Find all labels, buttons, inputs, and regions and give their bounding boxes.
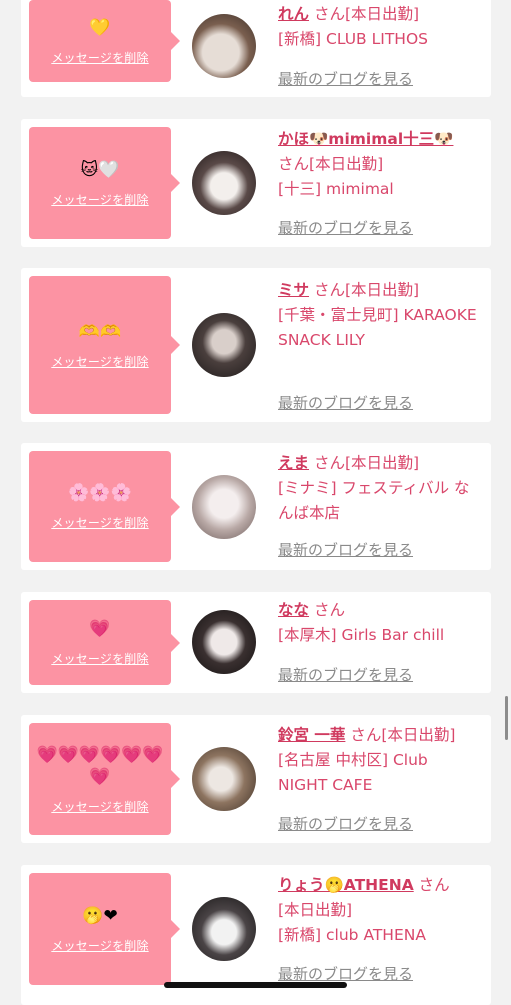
latest-blog-link[interactable]: 最新のブログを見る [278, 963, 413, 984]
latest-blog-link[interactable]: 最新のブログを見る [278, 539, 413, 560]
honorific: さん [418, 876, 450, 894]
cast-name-link[interactable]: なな [278, 601, 309, 619]
work-status: [本日出勤] [381, 726, 456, 744]
shop-info: [十三] mimimal [278, 180, 394, 198]
message-emoji: 🫢❤ [82, 905, 118, 926]
avatar[interactable] [192, 610, 256, 674]
avatar[interactable] [192, 151, 256, 215]
message-emoji: 💛 [89, 17, 111, 38]
message-bubble: 🌸🌸🌸 メッセージを削除 [29, 451, 180, 562]
cast-name-link[interactable]: りょう🫢ATHENA [278, 876, 414, 894]
cast-name-link[interactable]: れん [278, 5, 309, 23]
cast-info: かほ🐶mimimal十三🐶 さん[本日出勤] [十三] mimimal [278, 127, 481, 202]
shop-info: [新橋] club ATHENA [278, 926, 426, 944]
latest-blog-link[interactable]: 最新のブログを見る [278, 217, 413, 238]
cast-name-link[interactable]: 鈴宮 一華 [278, 726, 345, 744]
shop-info: [新橋] CLUB LITHOS [278, 30, 428, 48]
honorific: さん [313, 601, 345, 619]
shop-info: [名古屋 中村区] Club NIGHT CAFE [278, 751, 428, 794]
delete-message-link[interactable]: メッセージを削除 [51, 514, 148, 531]
cast-info: れん さん[本日出勤] [新橋] CLUB LITHOS [278, 2, 481, 52]
scrollbar[interactable] [505, 696, 508, 740]
message-bubble: 🫢❤ メッセージを削除 [29, 873, 180, 985]
shop-info: [本厚木] Girls Bar chill [278, 626, 445, 644]
home-indicator[interactable] [164, 982, 347, 988]
work-status: [本日出勤] [344, 5, 420, 23]
message-emoji: 💗 [89, 619, 111, 639]
message-emoji: 💗💗💗💗💗💗💗 [36, 744, 164, 787]
message-emoji: 🫶🫶 [78, 321, 122, 342]
cast-info: えま さん[本日出勤] [ミナミ] フェスティバル なんば本店 [278, 451, 481, 526]
delete-message-link[interactable]: メッセージを削除 [51, 191, 148, 208]
honorific: さん [350, 726, 382, 744]
latest-blog-link[interactable]: 最新のブログを見る [278, 392, 413, 413]
message-card: 💗💗💗💗💗💗💗 メッセージを削除 鈴宮 一華 さん[本日出勤] [名古屋 中村区… [21, 715, 491, 843]
avatar[interactable] [192, 897, 256, 961]
message-card: 🐱🤍 メッセージを削除 かほ🐶mimimal十三🐶 さん[本日出勤] [十三] … [21, 119, 491, 247]
latest-blog-link[interactable]: 最新のブログを見る [278, 664, 413, 685]
message-emoji: 🐱🤍 [80, 159, 120, 180]
delete-message-link[interactable]: メッセージを削除 [51, 650, 148, 667]
work-status: [本日出勤] [344, 281, 420, 299]
avatar[interactable] [192, 747, 256, 811]
honorific: さん [313, 5, 345, 23]
cast-name-link[interactable]: ミサ [278, 281, 309, 299]
cast-name-link[interactable]: えま [278, 454, 309, 472]
honorific: さん [278, 155, 310, 173]
delete-message-link[interactable]: メッセージを削除 [51, 49, 148, 66]
work-status: [本日出勤] [278, 901, 353, 919]
message-card: 💗 メッセージを削除 なな さん [本厚木] Girls Bar chill 最… [21, 592, 491, 693]
latest-blog-link[interactable]: 最新のブログを見る [278, 813, 413, 834]
cast-info: りょう🫢ATHENA さん [本日出勤] [新橋] club ATHENA [278, 873, 481, 948]
message-bubble: 🐱🤍 メッセージを削除 [29, 127, 180, 239]
cast-info: なな さん [本厚木] Girls Bar chill [278, 598, 481, 648]
avatar[interactable] [192, 14, 256, 78]
honorific: さん [313, 454, 345, 472]
message-bubble: 💛 メッセージを削除 [29, 0, 180, 82]
avatar[interactable] [192, 475, 256, 539]
message-bubble: 💗 メッセージを削除 [29, 600, 180, 685]
message-bubble: 💗💗💗💗💗💗💗 メッセージを削除 [29, 723, 180, 835]
message-card: 💛 メッセージを削除 れん さん[本日出勤] [新橋] CLUB LITHOS … [21, 0, 491, 97]
message-card: 🌸🌸🌸 メッセージを削除 えま さん[本日出勤] [ミナミ] フェスティバル な… [21, 443, 491, 570]
shop-info: [ミナミ] フェスティバル なんば本店 [278, 479, 470, 522]
shop-info: [千葉・富士見町] KARAOKE SNACK LILY [278, 306, 477, 349]
delete-message-link[interactable]: メッセージを削除 [51, 798, 148, 815]
cast-info: 鈴宮 一華 さん[本日出勤] [名古屋 中村区] Club NIGHT CAFE [278, 723, 481, 798]
work-status: [本日出勤] [344, 454, 420, 472]
message-bubble: 🫶🫶 メッセージを削除 [29, 276, 180, 414]
honorific: さん [313, 281, 345, 299]
message-emoji: 🌸🌸🌸 [68, 483, 132, 503]
avatar[interactable] [192, 313, 256, 377]
message-card: 🫶🫶 メッセージを削除 ミサ さん[本日出勤] [千葉・富士見町] KARAOK… [21, 268, 491, 422]
cast-info: ミサ さん[本日出勤] [千葉・富士見町] KARAOKE SNACK LILY [278, 278, 481, 353]
delete-message-link[interactable]: メッセージを削除 [51, 937, 148, 954]
delete-message-link[interactable]: メッセージを削除 [51, 353, 148, 370]
latest-blog-link[interactable]: 最新のブログを見る [278, 68, 413, 89]
work-status: [本日出勤] [309, 155, 384, 173]
cast-name-link[interactable]: かほ🐶mimimal十三🐶 [278, 130, 453, 148]
